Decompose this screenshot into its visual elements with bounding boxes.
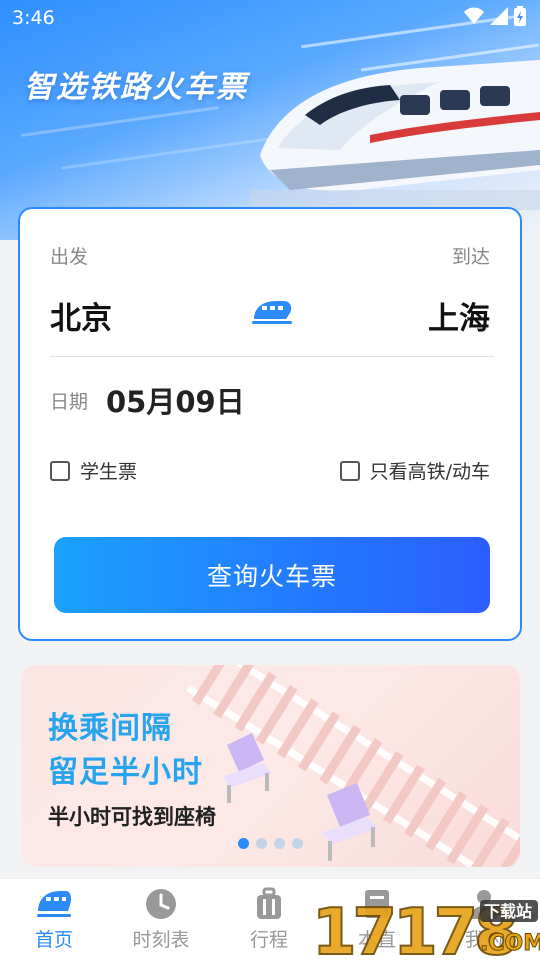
hero-title: 智选铁路火车票 — [24, 70, 248, 105]
student-label: 学生票 — [80, 461, 138, 483]
carousel-dot[interactable] — [238, 838, 249, 849]
promo-banner[interactable]: 换乘间隔 留足半小时 半小时可找到座椅 — [22, 665, 520, 867]
wifi-icon — [464, 7, 484, 24]
highspeed-label: 只看高铁/动车 — [369, 461, 490, 483]
carousel-dot[interactable] — [256, 838, 267, 849]
nav-label-timetable: 时刻表 — [132, 929, 190, 951]
banner-heading-line1: 换乘间隔 — [48, 711, 172, 746]
nav-item-home[interactable]: 首页 — [14, 887, 94, 952]
chair-graphic — [222, 733, 272, 803]
arrive-label: 到达 — [451, 246, 490, 268]
svg-text:.COM: .COM — [480, 931, 540, 956]
train-swap-icon[interactable] — [250, 297, 294, 325]
battery-icon — [514, 6, 526, 26]
student-checkbox[interactable] — [50, 460, 70, 481]
to-city[interactable]: 上海 — [428, 293, 490, 338]
status-time: 3:46 — [12, 7, 55, 29]
nav-label-home: 首页 — [34, 929, 73, 951]
clock-icon — [146, 889, 176, 919]
train-icon — [37, 891, 71, 917]
search-card: 出发 到达 北京 上海 日期 05月09日 学生票 只看高铁/动车 查询火车票 — [18, 207, 522, 641]
divider — [50, 356, 494, 357]
status-bar: 3:46 — [0, 0, 540, 36]
highspeed-only-option[interactable]: 只看高铁/动车 — [339, 457, 490, 484]
luggage-icon — [257, 887, 281, 919]
hero-banner: 3:46 智选铁路火车票 — [0, 0, 540, 240]
banner-subtitle: 半小时可找到座椅 — [48, 805, 216, 829]
student-ticket-option[interactable]: 学生票 — [50, 457, 137, 484]
banner-heading-line2: 留足半小时 — [48, 755, 203, 790]
depart-label: 出发 — [50, 246, 89, 268]
date-label: 日期 — [50, 391, 89, 413]
nav-item-trips[interactable]: 行程 — [229, 887, 309, 952]
svg-text:下载站: 下载站 — [484, 902, 532, 921]
train-illustration — [250, 60, 540, 210]
carousel-dots[interactable] — [238, 838, 303, 849]
nav-label-trips: 行程 — [249, 929, 288, 951]
carousel-dot[interactable] — [292, 838, 303, 849]
nav-item-timetable[interactable]: 时刻表 — [121, 887, 201, 952]
site-watermark-logo: 17178 下载站 .COM — [312, 895, 540, 960]
highspeed-checkbox[interactable] — [339, 460, 360, 481]
search-tickets-button[interactable]: 查询火车票 — [54, 537, 490, 613]
from-city[interactable]: 北京 — [50, 293, 112, 338]
carousel-dot[interactable] — [274, 838, 285, 849]
date-value[interactable]: 05月09日 — [106, 379, 245, 421]
signal-icon — [490, 7, 508, 25]
